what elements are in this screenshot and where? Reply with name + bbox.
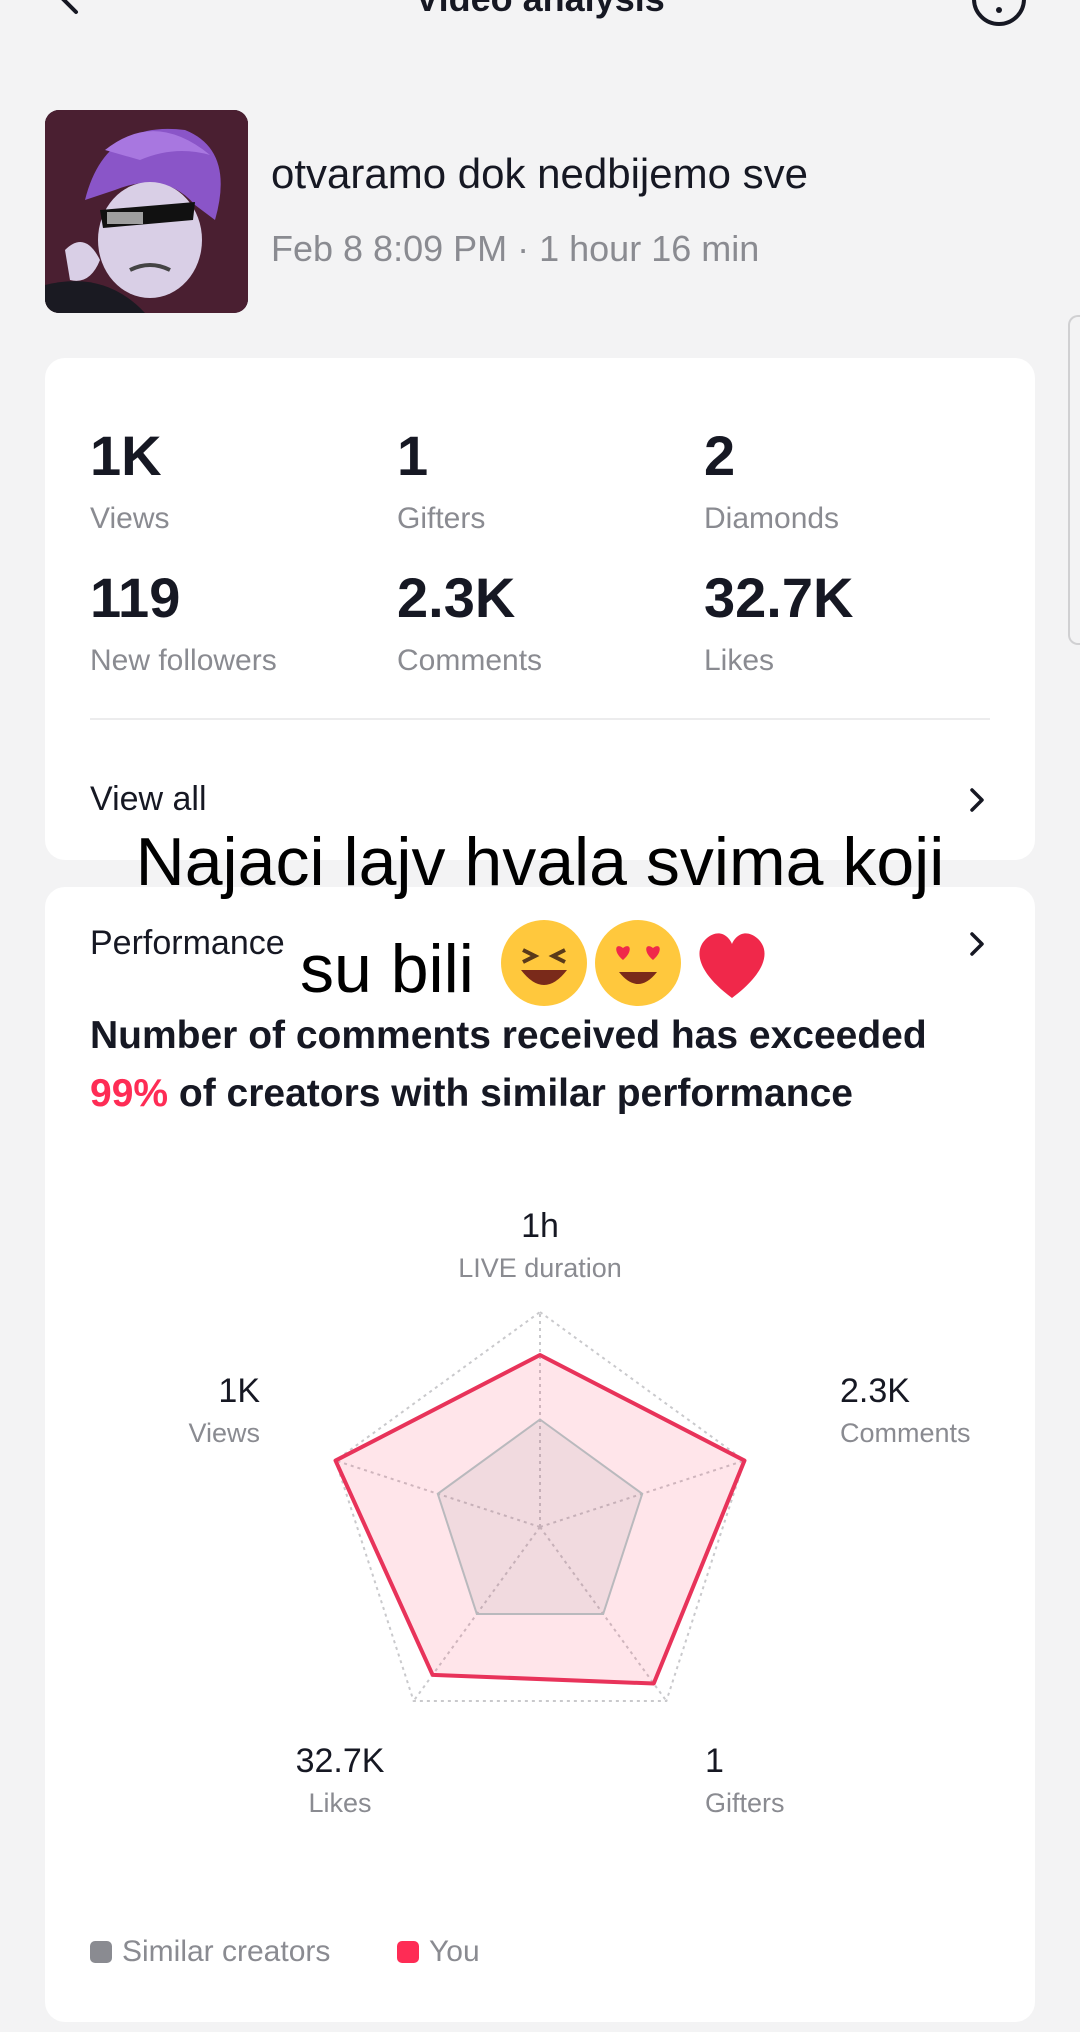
desc-text: of creators with similar performance — [168, 1072, 853, 1115]
video-meta: Feb 8 8:09 PM · 1 hour 16 min — [271, 228, 760, 269]
avatar-illustration-icon — [45, 110, 248, 313]
radar-axis-value: 2.3K — [840, 1372, 910, 1410]
stat-label: Gifters — [397, 502, 486, 535]
legend-you: You — [397, 1935, 480, 1969]
stat-value: 1 — [397, 424, 429, 487]
stat-label: Likes — [704, 644, 775, 677]
stat-label: Diamonds — [704, 502, 840, 535]
radar-axis-label: LIVE duration — [458, 1253, 622, 1283]
radar-axis-label: Views — [188, 1418, 260, 1448]
radar-axis-value: 1 — [705, 1742, 724, 1780]
video-title: otvaramo dok nedbijemo sve — [271, 150, 808, 197]
legend-label: You — [429, 1935, 480, 1968]
view-all-label: View all — [90, 780, 207, 818]
stats-card: 1K Views 1 Gifters 2 Diamonds 119 New fo… — [45, 358, 1035, 860]
desc-text: Number of comments received has exceeded — [90, 1014, 927, 1057]
radar-chart: 1h LIVE duration 2.3K Comments 1 Gifters 32.7K… — [188, 1207, 971, 1818]
stat-value: 119 — [90, 566, 181, 629]
caption-text: su bili — [300, 931, 474, 1007]
overlay-caption: Najaci lajv hvala svima koji — [135, 824, 945, 900]
divider — [90, 718, 990, 720]
legend-swatch — [90, 1941, 112, 1963]
radar-axis-value: 32.7K — [296, 1742, 385, 1780]
performance-description: Number of comments received has exceeded… — [90, 1007, 990, 1123]
top-nav-bar: Video analysis — [0, 0, 1080, 40]
stat-value: 2.3K — [397, 566, 516, 629]
video-thumbnail — [45, 110, 248, 313]
stat-label: Comments — [397, 644, 543, 677]
stat-likes: 32.7K Likes — [704, 570, 1004, 678]
performance-card: Performance Number of comments received … — [45, 887, 1035, 2022]
radar-axis-label: Likes — [308, 1788, 371, 1818]
stat-label: Views — [90, 502, 170, 535]
laughing-emoji-icon — [500, 920, 587, 1006]
legend-similar: Similar creators — [90, 1935, 330, 1969]
stat-views: 1K Views — [90, 428, 390, 536]
stat-value: 1K — [90, 424, 162, 487]
red-heart-emoji-icon — [689, 920, 775, 1006]
heart-eyes-emoji-icon — [594, 920, 681, 1006]
page-title: Video analysis — [0, 0, 1080, 20]
chevron-right-icon — [970, 788, 984, 812]
desc-highlight: 99% — [90, 1072, 169, 1115]
stat-new-followers: 119 New followers — [90, 570, 390, 678]
performance-label: Performance — [90, 924, 285, 962]
stat-label: New followers — [90, 644, 277, 677]
video-header[interactable]: otvaramo dok nedbijemo sve Feb 8 8:09 PM… — [45, 110, 1045, 315]
stat-comments: 2.3K Comments — [397, 570, 697, 678]
radar-axis-value: 1h — [521, 1207, 559, 1245]
help-icon[interactable] — [970, 0, 1028, 28]
side-scroll-indicator — [1068, 315, 1080, 645]
chevron-right-icon — [970, 932, 984, 956]
overlay-caption: su bili — [300, 920, 800, 1011]
legend-swatch — [397, 1941, 419, 1963]
radar-axis-value: 1K — [218, 1372, 260, 1410]
radar-axis-label: Gifters — [705, 1788, 785, 1818]
stat-value: 32.7K — [704, 566, 854, 629]
stat-gifters: 1 Gifters — [397, 428, 697, 536]
view-all-button[interactable]: View all — [90, 768, 990, 828]
radar-axis-label: Comments — [840, 1418, 971, 1448]
stat-value: 2 — [704, 424, 736, 487]
legend-label: Similar creators — [122, 1935, 331, 1968]
stat-diamonds: 2 Diamonds — [704, 428, 1004, 536]
